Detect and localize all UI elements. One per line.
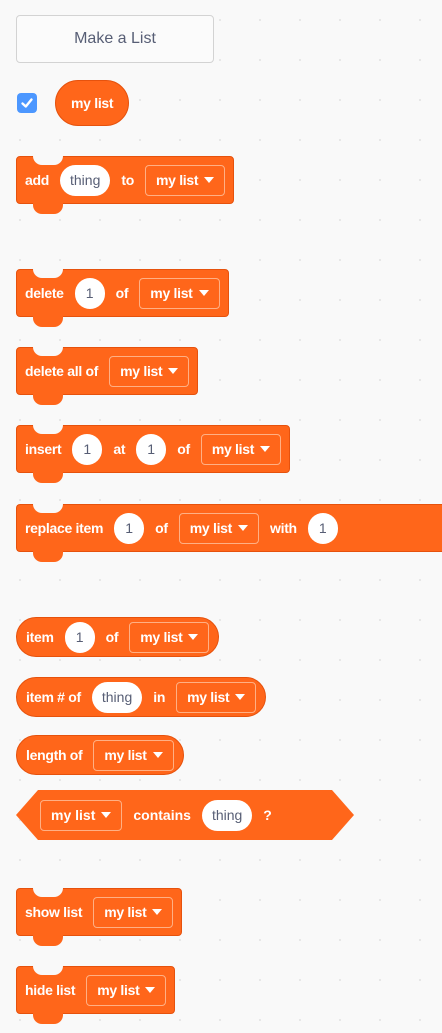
dropdown-value: my list: [104, 904, 147, 920]
block-text: of: [155, 520, 168, 536]
number-input[interactable]: 1: [74, 277, 105, 309]
delete-all-of-list-block[interactable]: delete all of my list: [16, 347, 199, 405]
list-dropdown[interactable]: my list: [144, 164, 226, 196]
list-visible-checkbox[interactable]: [17, 93, 37, 113]
dropdown-value: my list: [97, 982, 140, 998]
list-dropdown[interactable]: my list: [176, 681, 257, 713]
item-of-list-reporter[interactable]: item 1 of my list: [16, 617, 220, 657]
caret-down-icon: [101, 812, 111, 818]
hide-list-block[interactable]: hide list my list: [16, 966, 176, 1024]
caret-down-icon: [235, 694, 246, 700]
block-text: of: [115, 285, 129, 301]
dropdown-value: my list: [189, 520, 233, 536]
caret-down-icon: [238, 525, 249, 531]
dropdown-value: my list: [211, 441, 255, 457]
block-text: show list: [25, 904, 83, 920]
block-text: of: [177, 441, 190, 457]
block-text: replace item: [25, 520, 104, 536]
block-text: delete all of: [25, 363, 99, 379]
block-text: add: [25, 172, 49, 188]
caret-down-icon: [152, 909, 163, 915]
dropdown-value: my list: [51, 807, 96, 823]
caret-down-icon: [188, 634, 199, 640]
block-text: item # of: [26, 689, 81, 705]
text-input[interactable]: thing: [202, 800, 252, 831]
number-input[interactable]: 1: [136, 433, 167, 465]
caret-down-icon: [198, 290, 209, 296]
list-dropdown[interactable]: my list: [200, 433, 282, 465]
length-of-list-reporter[interactable]: length of my list: [16, 735, 184, 775]
delete-of-list-block[interactable]: delete 1 of my list: [16, 269, 229, 327]
text-input[interactable]: thing: [60, 164, 111, 196]
replace-item-block[interactable]: replace item 1 of my list with 1: [16, 504, 442, 562]
block-text: item: [26, 629, 54, 645]
number-input[interactable]: 1: [307, 512, 338, 544]
make-a-list-button[interactable]: Make a List: [16, 15, 214, 63]
block-text: in: [153, 689, 166, 705]
insert-at-list-block[interactable]: insert 1 at 1 of my list: [16, 425, 291, 483]
dropdown-value: my list: [155, 172, 199, 188]
dropdown-value: my list: [187, 689, 230, 705]
list-contains-boolean[interactable]: my list contains thing ?: [16, 790, 354, 840]
block-text: insert: [25, 441, 62, 457]
block-text: delete: [25, 285, 64, 301]
caret-down-icon: [152, 752, 163, 758]
block-text: to: [121, 172, 134, 188]
dropdown-value: my list: [150, 285, 193, 301]
add-to-list-block[interactable]: add thing to my list: [16, 156, 235, 214]
list-dropdown[interactable]: my list: [129, 621, 210, 653]
list-dropdown[interactable]: my list: [93, 896, 174, 928]
block-text: ?: [263, 807, 272, 823]
block-text: hide list: [25, 982, 76, 998]
dropdown-value: my list: [104, 747, 147, 763]
dropdown-value: my list: [140, 629, 183, 645]
caret-down-icon: [260, 446, 271, 452]
number-input[interactable]: 1: [64, 621, 95, 653]
item-index-reporter[interactable]: item # of thing in my list: [16, 677, 267, 717]
caret-down-icon: [145, 987, 156, 993]
my-list-label: my list: [71, 95, 114, 111]
checkmark-icon: [21, 98, 33, 108]
dropdown-value: my list: [120, 363, 163, 379]
block-text: length of: [26, 747, 83, 763]
block-text: contains: [133, 807, 191, 823]
caret-down-icon: [204, 177, 215, 183]
list-dropdown[interactable]: my list: [40, 800, 122, 831]
list-dropdown[interactable]: my list: [178, 512, 260, 544]
caret-down-icon: [168, 368, 179, 374]
block-text: at: [113, 441, 126, 457]
block-text: with: [270, 520, 297, 536]
list-dropdown[interactable]: my list: [139, 277, 220, 309]
list-dropdown[interactable]: my list: [86, 974, 167, 1006]
text-input[interactable]: thing: [91, 681, 143, 713]
show-list-block[interactable]: show list my list: [16, 888, 183, 946]
number-input[interactable]: 1: [72, 433, 103, 465]
block-text: of: [105, 629, 119, 645]
my-list-reporter[interactable]: my list: [55, 80, 130, 126]
number-input[interactable]: 1: [114, 512, 145, 544]
list-dropdown[interactable]: my list: [109, 355, 190, 387]
list-dropdown[interactable]: my list: [93, 739, 174, 771]
